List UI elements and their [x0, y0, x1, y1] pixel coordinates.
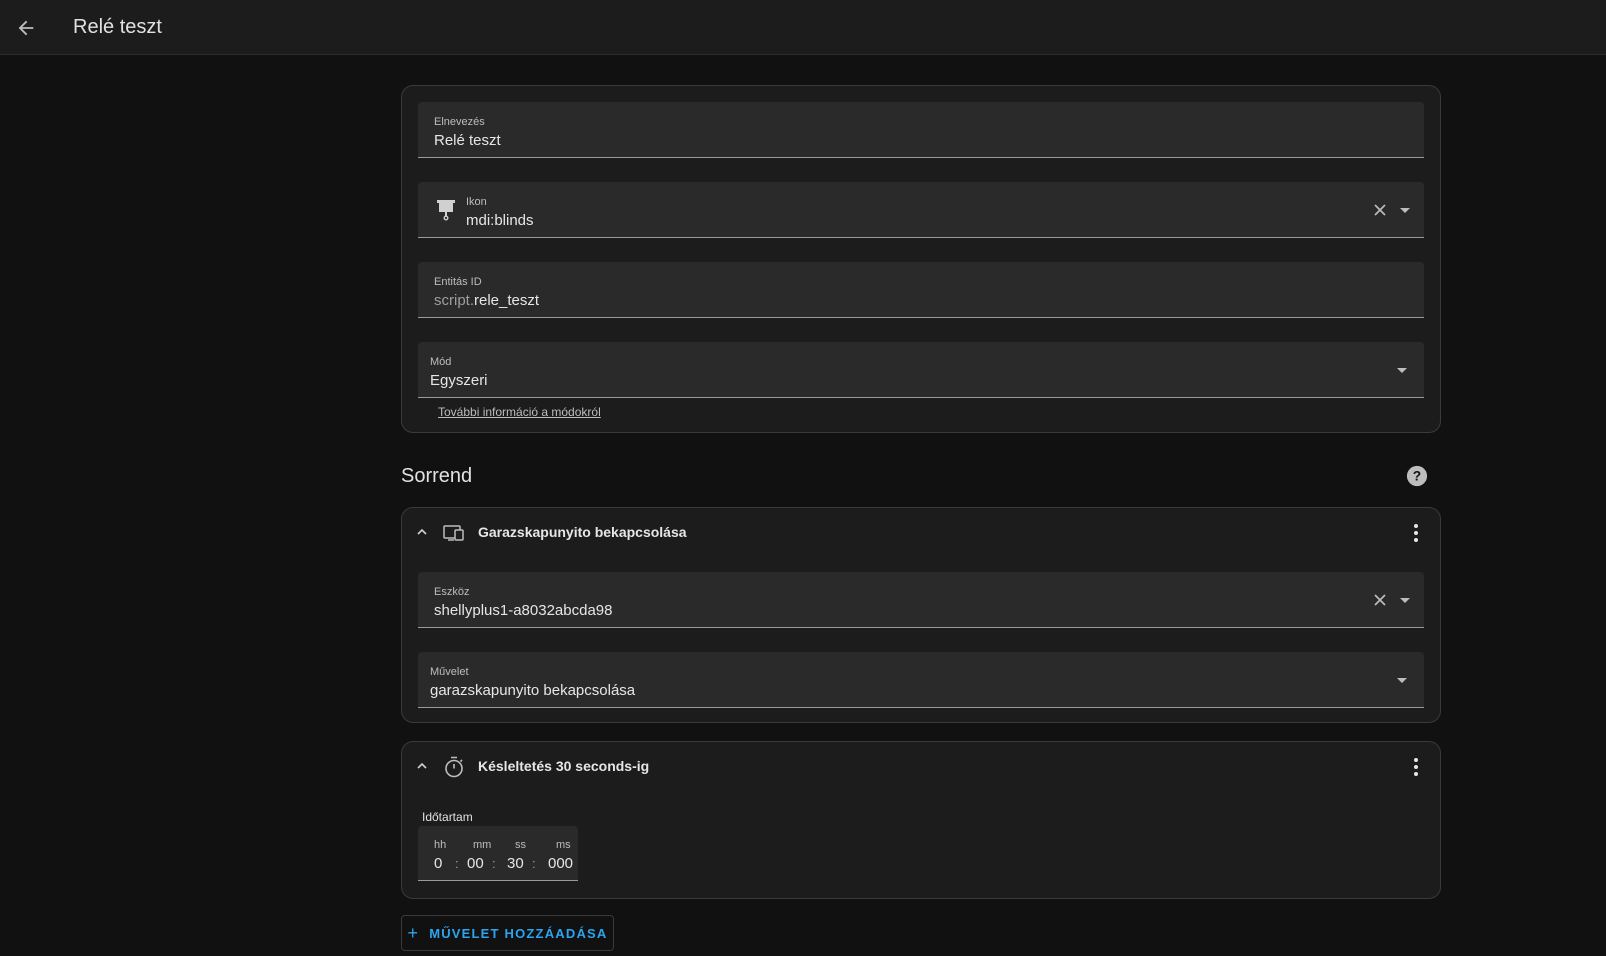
duration-label: Időtartam	[422, 810, 473, 824]
minutes-input[interactable]: 00	[467, 855, 484, 872]
device-select-label: Eszköz	[434, 586, 470, 598]
entity-id-field-value: script.rele_teszt	[434, 292, 539, 309]
action-select-value: garazskapunyito bekapcsolása	[430, 682, 636, 699]
duration-separator: :	[492, 856, 496, 871]
seconds-input[interactable]: 30	[507, 855, 524, 872]
name-field[interactable]: Elnevezés Relé teszt	[418, 102, 1424, 158]
entity-id-field-label: Entitás ID	[434, 276, 482, 288]
milliseconds-input[interactable]: 000	[548, 855, 573, 872]
action-dropdown-arrow[interactable]	[1397, 678, 1407, 683]
back-button[interactable]	[12, 14, 40, 42]
devices-icon	[443, 525, 464, 541]
chevron-up-icon[interactable]	[414, 524, 430, 540]
sequence-title: Sorrend	[401, 465, 473, 487]
svg-text:?: ?	[1413, 469, 1421, 484]
hours-input[interactable]: 0	[434, 855, 442, 872]
icon-dropdown-arrow[interactable]	[1400, 208, 1410, 213]
icon-field[interactable]: Ikon mdi:blinds	[418, 182, 1424, 238]
duration-separator: :	[455, 856, 459, 871]
plus-icon: +	[407, 922, 420, 943]
device-action-title: Garazskapunyito bekapcsolása	[478, 524, 687, 540]
clear-icon-button[interactable]	[1370, 200, 1390, 220]
more-options-icon[interactable]	[1404, 755, 1428, 779]
duration-separator: :	[532, 856, 536, 871]
mode-select-value: Egyszeri	[430, 372, 488, 389]
icon-field-label: Ikon	[466, 196, 487, 208]
page-title: Relé teszt	[73, 16, 162, 38]
device-action-header[interactable]: Garazskapunyito bekapcsolása	[402, 508, 1440, 558]
seconds-unit-label: ss	[515, 839, 526, 851]
top-app-bar: Relé teszt	[0, 0, 1606, 55]
blinds-icon	[437, 200, 455, 221]
mode-select-label: Mód	[430, 356, 452, 368]
icon-field-value: mdi:blinds	[466, 212, 534, 229]
name-field-value: Relé teszt	[434, 132, 501, 149]
entity-id-field[interactable]: Entitás ID script.rele_teszt	[418, 262, 1424, 318]
delay-action-card: Késleltetés 30 seconds-ig Időtartam hh 0…	[401, 741, 1441, 899]
action-select[interactable]: Művelet garazskapunyito bekapcsolása	[418, 652, 1424, 708]
hours-unit-label: hh	[434, 839, 447, 851]
entity-id-value: rele_teszt	[474, 292, 540, 309]
device-select[interactable]: Eszköz shellyplus1-a8032abcda98	[418, 572, 1424, 628]
minutes-unit-label: mm	[473, 839, 492, 851]
milliseconds-unit-label: ms	[556, 839, 571, 851]
chevron-up-icon[interactable]	[414, 758, 430, 774]
arrow-left-icon	[18, 20, 34, 36]
device-select-value: shellyplus1-a8032abcda98	[434, 602, 613, 619]
add-action-label: MŰVELET HOZZÁADÁSA	[429, 925, 608, 941]
duration-input[interactable]: hh 0 : mm 00 : ss 30 : ms 000	[418, 826, 578, 881]
timer-icon	[445, 756, 463, 778]
modes-info-link[interactable]: További információ a módokról	[438, 405, 601, 419]
delay-action-title: Késleltetés 30 seconds-ig	[478, 758, 650, 774]
delay-action-header[interactable]: Késleltetés 30 seconds-ig	[402, 742, 1440, 792]
help-icon[interactable]: ?	[1406, 465, 1428, 487]
clear-device-button[interactable]	[1370, 590, 1390, 610]
mode-dropdown-arrow[interactable]	[1397, 368, 1407, 373]
device-action-card: Garazskapunyito bekapcsolása Eszköz shel…	[401, 507, 1441, 723]
more-options-icon[interactable]	[1404, 521, 1428, 545]
device-dropdown-arrow[interactable]	[1400, 598, 1410, 603]
add-action-button[interactable]: + MŰVELET HOZZÁADÁSA	[401, 915, 614, 951]
script-settings-card: Elnevezés Relé teszt Ikon mdi:blinds Ent…	[401, 85, 1441, 433]
entity-id-prefix: script.	[434, 292, 475, 309]
action-select-label: Művelet	[430, 666, 469, 678]
mode-select[interactable]: Mód Egyszeri	[418, 342, 1424, 398]
name-field-label: Elnevezés	[434, 116, 485, 128]
